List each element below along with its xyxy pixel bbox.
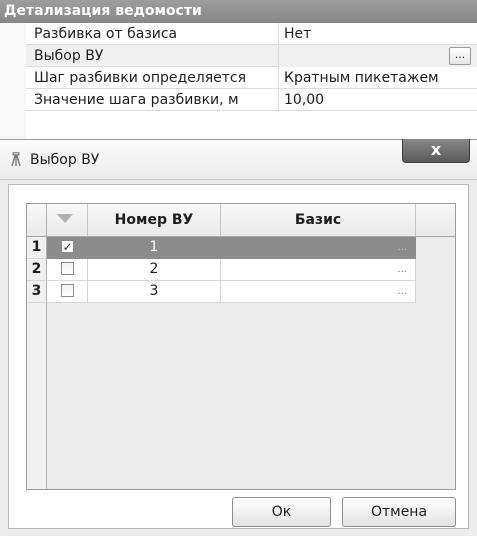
dialog-title: Выбор ВУ [30,152,100,168]
checkbox[interactable] [60,261,74,275]
row-index-gutter [27,303,47,489]
ellipsis-icon[interactable]: ... [397,281,407,303]
cancel-button[interactable]: Отмена [342,497,456,527]
surveyor-icon [11,152,21,167]
row-index: 2 [27,259,47,281]
property-name: Шаг разбивки определяется [34,70,247,86]
property-name: Разбивка от базиса [34,26,178,42]
property-row-base-split[interactable]: Разбивка от базиса Нет [26,23,477,45]
property-value[interactable]: Кратным пикетажем [278,67,477,89]
property-grid-header: Детализация ведомости [0,0,477,23]
property-value[interactable]: 10,00 [278,89,477,111]
property-name: Выбор ВУ [34,48,104,64]
row-basis[interactable]: ... [221,237,416,259]
row-basis[interactable]: ... [221,281,416,303]
grid-header-check[interactable] [47,204,88,237]
screen: Детализация ведомости Разбивка от базиса… [0,0,477,536]
property-row-step-value[interactable]: Значение шага разбивки, м 10,00 [26,89,477,111]
checkbox[interactable] [60,237,74,258]
ellipsis-icon[interactable]: ... [397,237,407,259]
close-button[interactable]: x [402,139,470,163]
property-value[interactable] [278,45,477,67]
ellipsis-icon[interactable]: ... [397,259,407,281]
checkbox[interactable] [60,283,74,297]
row-checkbox-cell[interactable] [47,237,88,259]
row-index: 3 [27,281,47,303]
property-value[interactable]: Нет [278,23,477,45]
row-number[interactable]: 2 [88,259,221,281]
grid-header-filler [416,204,455,237]
row-checkbox-cell[interactable] [47,259,88,281]
row-number[interactable]: 1 [88,237,221,259]
property-row-vu-select[interactable]: Выбор ВУ ... [26,45,477,67]
grid-header-basis[interactable]: Базис [221,204,416,237]
row-basis[interactable]: ... [221,259,416,281]
ok-button[interactable]: Ок [232,497,331,527]
row-index: 1 [27,237,47,259]
grid-corner [27,204,47,237]
filter-icon [57,214,73,223]
property-grid: Детализация ведомости Разбивка от базиса… [0,0,477,139]
row-number[interactable]: 3 [88,281,221,303]
property-row-step-defined[interactable]: Шаг разбивки определяется Кратным пикета… [26,67,477,89]
grid-header-number[interactable]: Номер ВУ [88,204,221,237]
vu-grid: Номер ВУ Базис 1 1 ... 2 2 ... 3 3 ... [26,203,456,490]
ellipsis-button[interactable]: ... [449,47,471,65]
property-grid-gutter [0,23,26,139]
row-checkbox-cell[interactable] [47,281,88,303]
property-name: Значение шага разбивки, м [34,92,239,108]
dialog-title-bar[interactable]: Выбор ВУ x [0,139,477,180]
